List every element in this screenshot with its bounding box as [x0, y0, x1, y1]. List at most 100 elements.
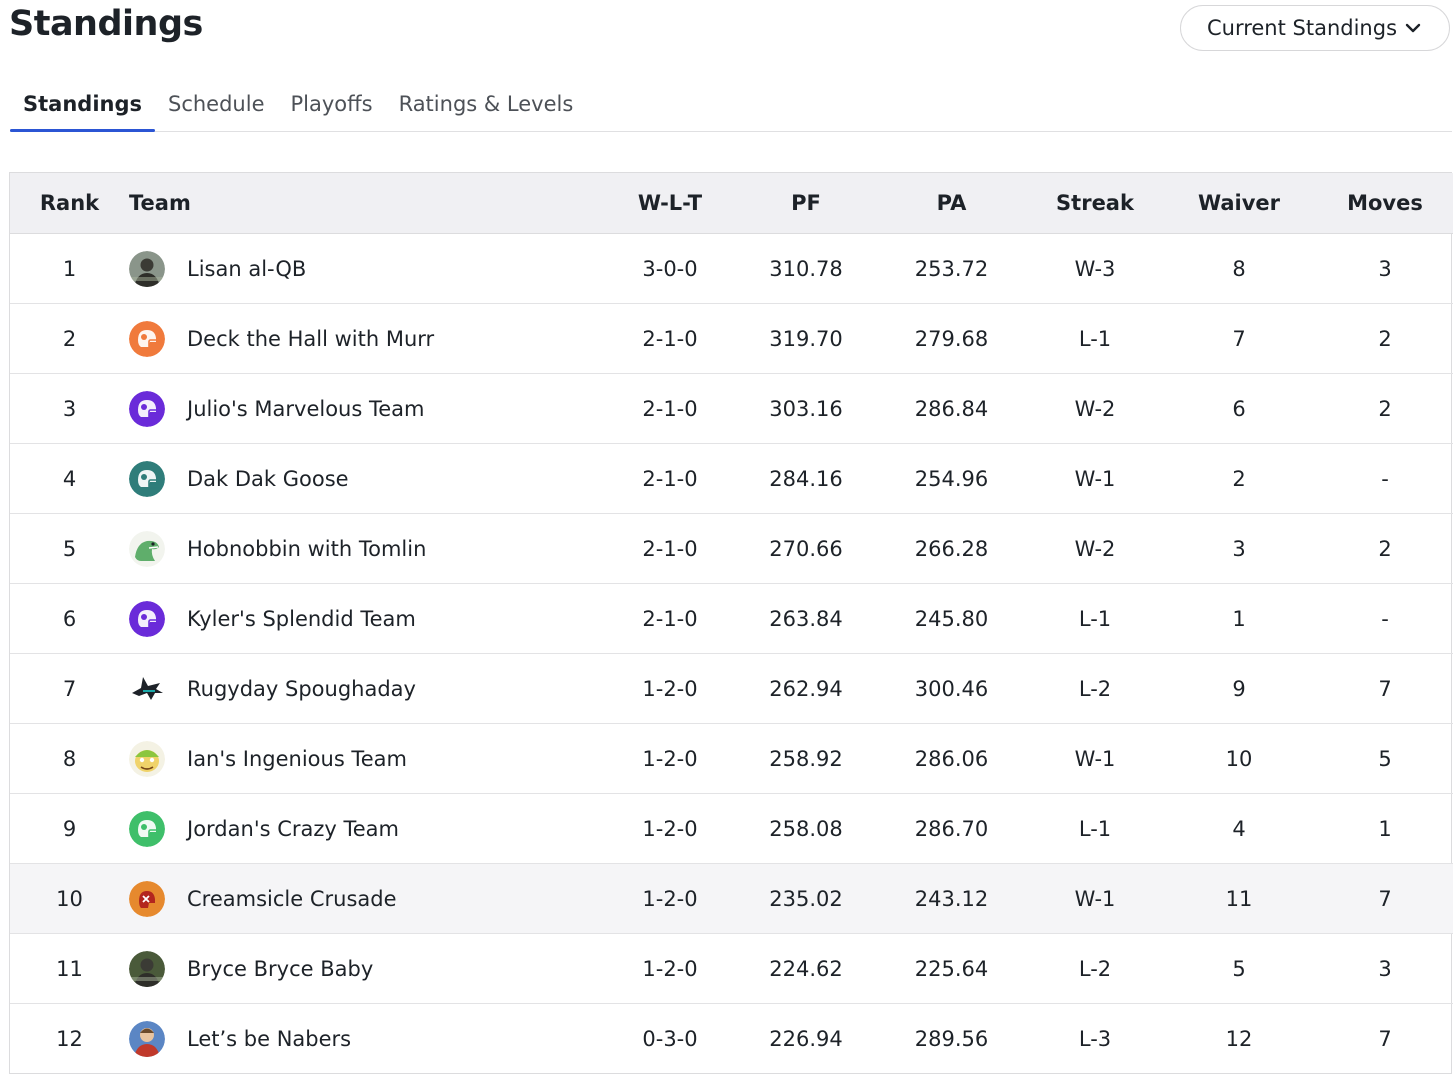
table-header-row: Rank Team W-L-T PF PA Streak Waiver Move… — [10, 173, 1453, 234]
pa-cell: 253.72 — [874, 233, 1029, 304]
table-row: 4 Dak Dak Goose 2-1-0 284.16 254.96 W-1 2- — [10, 443, 1453, 514]
shark-icon — [129, 670, 165, 707]
pf-cell: 258.92 — [738, 723, 874, 794]
cartoon-face-icon — [129, 740, 165, 777]
rank-cell: 8 — [10, 723, 129, 794]
standings-body: 1 Lisan al-QB 3-0-0 310.78 253.72 W-3 8 3 2 Deck … — [10, 233, 1453, 1074]
team-name: Lisan al-QB — [187, 256, 307, 281]
waiver-cell: 2 — [1161, 443, 1317, 514]
team-header[interactable]: Team — [129, 173, 602, 234]
team-cell: Kyler's Splendid Team — [129, 583, 602, 654]
team-link[interactable]: Bryce Bryce Baby — [129, 950, 602, 987]
rank-cell: 7 — [10, 653, 129, 724]
wlt-cell: 1-2-0 — [602, 863, 738, 934]
pf-cell: 226.94 — [769, 1026, 843, 1051]
waiver-cell: 9 — [1161, 653, 1317, 724]
table-row: 6 Kyler's Splendid Team 2-1-0 263.84 245.80 L… — [10, 583, 1453, 654]
table-row: 12 Let’s be Nabers 0-3-0 226.94 289.56 L-3 12 7 — [10, 1004, 1453, 1074]
streak-header[interactable]: Streak — [1029, 173, 1161, 234]
moves-cell: 5 — [1317, 723, 1453, 794]
team-link[interactable]: Rugyday Spoughaday — [129, 670, 602, 707]
team-cell: Bryce Bryce Baby — [129, 933, 602, 1004]
team-cell: Hobnobbin with Tomlin — [129, 513, 602, 584]
team-link[interactable]: Lisan al-QB — [129, 250, 602, 287]
team-name: Bryce Bryce Baby — [187, 956, 374, 981]
moves-cell: 3 — [1317, 933, 1453, 1004]
wlt-cell: 2-1-0 — [602, 583, 738, 654]
streak-cell: L-2 — [1029, 933, 1161, 1004]
table-row: 2 Deck the Hall with Murr 2-1-0 319.70 279.6… — [10, 303, 1453, 374]
team-link[interactable]: Kyler's Splendid Team — [129, 600, 602, 637]
pa-cell: 243.12 — [874, 863, 1029, 934]
moves-cell: - — [1317, 583, 1453, 654]
streak-cell: W-2 — [1029, 373, 1161, 444]
waiver-cell: 11 — [1161, 863, 1317, 934]
waiver-header[interactable]: Waiver — [1161, 173, 1317, 234]
team-link[interactable]: Let’s be Nabers — [129, 1020, 602, 1057]
pa-cell: 286.70 — [874, 793, 1029, 864]
waiver-cell: 3 — [1161, 513, 1317, 584]
pf-cell: 262.94 — [738, 653, 874, 724]
standings-view-select[interactable]: Current Standings — [1180, 5, 1450, 51]
wlt-cell: 3-0-0 — [602, 233, 738, 304]
rank-cell: 1 — [10, 233, 129, 304]
moves-cell: 3 — [1317, 233, 1453, 304]
rank-cell: 5 — [10, 513, 129, 584]
team-name: Hobnobbin with Tomlin — [187, 536, 427, 561]
team-link[interactable]: Dak Dak Goose — [129, 460, 602, 497]
team-link[interactable]: Julio's Marvelous Team — [129, 390, 602, 427]
helmet-icon — [129, 600, 165, 637]
table-row: 1 Lisan al-QB 3-0-0 310.78 253.72 W-3 8 3 — [10, 233, 1453, 304]
moves-cell: 7 — [1317, 653, 1453, 724]
tab-playoffs[interactable]: Playoffs — [278, 78, 386, 131]
rank-cell: 10 — [10, 863, 129, 934]
team-name: Rugyday Spoughaday — [187, 676, 416, 701]
team-cell: Deck the Hall with Murr — [129, 303, 602, 374]
streak-cell: W-1 — [1029, 723, 1161, 794]
team-link[interactable]: Hobnobbin with Tomlin — [129, 530, 602, 567]
pa-cell: 245.80 — [874, 583, 1029, 654]
pf-cell: 258.08 — [738, 793, 874, 864]
waiver-cell: 6 — [1161, 373, 1317, 444]
team-link[interactable]: Jordan's Crazy Team — [129, 810, 602, 847]
waiver-cell: 7 — [1161, 303, 1317, 374]
team-link[interactable]: Deck the Hall with Murr — [129, 320, 602, 357]
moves-header[interactable]: Moves — [1317, 173, 1453, 234]
waiver-cell: 5 — [1161, 933, 1317, 1004]
team-link[interactable]: Creamsicle Crusade — [129, 880, 602, 917]
page-title: Standings — [9, 4, 203, 44]
streak-cell: L-1 — [1029, 303, 1161, 374]
rank-cell: 6 — [10, 583, 129, 654]
team-cell: Dak Dak Goose — [129, 443, 602, 514]
tab-standings[interactable]: Standings — [10, 78, 155, 132]
pf-header[interactable]: PF — [738, 173, 874, 234]
pf-cell: 303.16 — [738, 373, 874, 444]
team-cell: Julio's Marvelous Team — [129, 373, 602, 444]
tab-bar: Standings Schedule Playoffs Ratings & Le… — [10, 78, 1452, 132]
wlt-header[interactable]: W-L-T — [602, 173, 738, 234]
team-link[interactable]: Ian's Ingenious Team — [129, 740, 602, 777]
team-name: Julio's Marvelous Team — [187, 396, 425, 421]
tab-ratings-levels[interactable]: Ratings & Levels — [386, 78, 587, 131]
table-row: 10 Creamsicle Crusade 1-2-0 235.02 243.12 W-1… — [10, 863, 1453, 934]
team-cell: Creamsicle Crusade — [129, 863, 602, 934]
pa-header[interactable]: PA — [874, 173, 1029, 234]
team-name: Jordan's Crazy Team — [187, 816, 399, 841]
team-cell: Rugyday Spoughaday — [129, 653, 602, 724]
portrait-avatar-icon — [129, 1020, 165, 1057]
streak-cell: L-1 — [1029, 793, 1161, 864]
rank-cell: 4 — [10, 443, 129, 514]
moves-cell: 2 — [1317, 513, 1453, 584]
helmet-icon — [129, 390, 165, 427]
moves-cell: 2 — [1317, 373, 1453, 444]
wlt-cell: 1-2-0 — [602, 653, 738, 724]
rank-cell: 11 — [10, 933, 129, 1004]
tab-schedule[interactable]: Schedule — [155, 78, 278, 131]
wlt-cell: 2-1-0 — [602, 373, 738, 444]
pa-cell: 254.96 — [874, 443, 1029, 514]
pf-cell: 284.16 — [738, 443, 874, 514]
pa-cell: 266.28 — [874, 513, 1029, 584]
pf-cell: 224.62 — [738, 933, 874, 1004]
team-name: Dak Dak Goose — [187, 466, 349, 491]
rank-header[interactable]: Rank — [10, 173, 129, 234]
